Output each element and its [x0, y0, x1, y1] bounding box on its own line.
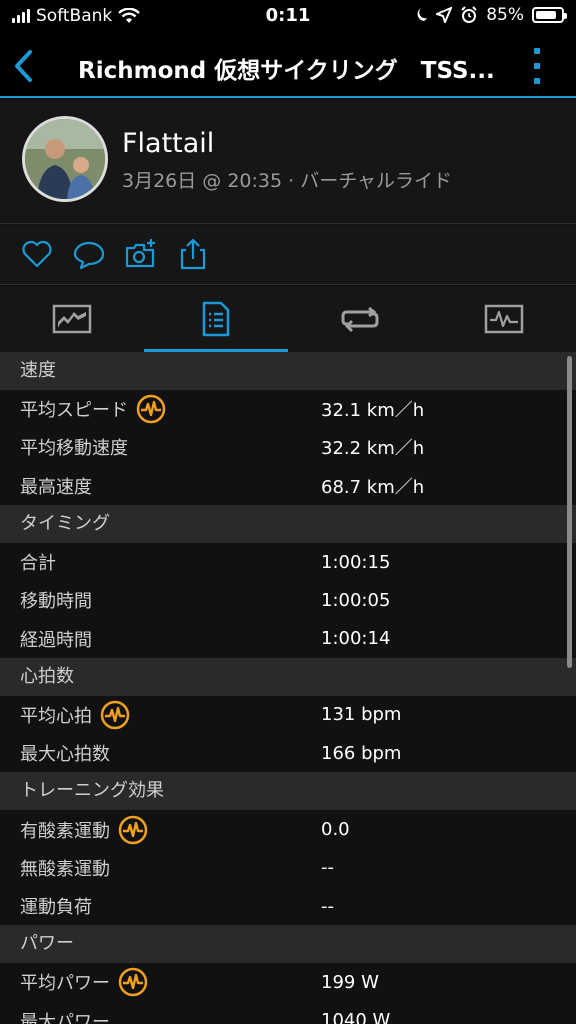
- stat-row: 最大心拍数 166 bpm: [0, 734, 576, 773]
- stat-label: 最大心拍数: [20, 744, 110, 766]
- status-bar: SoftBank 0:11 85%: [0, 0, 576, 32]
- section-header: 心拍数: [0, 657, 576, 696]
- stat-label-cell: 最高速度: [0, 473, 321, 499]
- add-photo-icon[interactable]: [124, 237, 158, 271]
- location-arrow-icon: [436, 7, 453, 23]
- stat-row: 合計 1:00:15: [0, 542, 576, 582]
- stat-value: 1:00:15: [321, 551, 391, 573]
- avatar-photo: [25, 119, 105, 199]
- stat-label: 平均移動速度: [20, 438, 128, 460]
- stat-row: 運動負荷 --: [0, 886, 576, 926]
- activity-date-type: 3月26日 @ 20:35 · バーチャルライド: [122, 170, 453, 192]
- share-icon[interactable]: [176, 237, 210, 271]
- back-chevron-icon[interactable]: [10, 46, 40, 86]
- stat-label: 平均パワー: [20, 973, 110, 995]
- stat-value: 32.1 km／h: [321, 400, 425, 422]
- stat-value: 1:00:05: [321, 589, 391, 611]
- stat-label: 経過時間: [20, 629, 92, 651]
- stat-label-cell: 経過時間: [0, 626, 321, 652]
- stat-label-cell: 平均スピード: [0, 394, 321, 424]
- stat-row: 最高速度 68.7 km／h: [0, 466, 576, 505]
- stat-row: 平均パワー 199 W: [0, 963, 576, 1002]
- activity-header: Flattail 3月26日 @ 20:35 · バーチャルライド: [0, 100, 576, 224]
- stat-label: 平均スピード: [20, 400, 128, 422]
- stat-row: 移動時間 1:00:05: [0, 581, 576, 620]
- stat-label-cell: 無酸素運動: [0, 855, 321, 881]
- stat-label: 移動時間: [20, 591, 92, 613]
- stat-label: 最大パワー: [20, 1011, 110, 1024]
- performance-badge-icon[interactable]: [118, 815, 148, 845]
- stat-label-cell: 最大パワー: [0, 1008, 321, 1024]
- performance-badge-icon[interactable]: [100, 700, 130, 730]
- stat-value: 0.0: [321, 819, 350, 841]
- stat-row: 平均移動速度 32.2 km／h: [0, 428, 576, 467]
- section-header: 速度: [0, 352, 576, 390]
- stat-label: 有酸素運動: [20, 820, 110, 842]
- stat-label-cell: 移動時間: [0, 587, 321, 613]
- stat-label: 合計: [20, 553, 56, 575]
- stat-label: 無酸素運動: [20, 858, 110, 880]
- scrollbar[interactable]: [567, 356, 572, 668]
- stat-row: 有酸素運動 0.0: [0, 810, 576, 849]
- tab-stats[interactable]: [144, 286, 288, 352]
- athlete-name[interactable]: Flattail: [122, 128, 214, 159]
- moon-icon: [417, 8, 428, 21]
- tab-graph[interactable]: [432, 286, 576, 352]
- status-right: 85%: [414, 5, 567, 25]
- battery-percent: 85%: [486, 5, 524, 25]
- nav-bar: Richmond 仮想サイクリング TSS...: [0, 32, 576, 98]
- stats-list[interactable]: 速度平均スピード 32.1 km／h 平均移動速度 32.2 km／h 最高速度 68.7…: [0, 352, 576, 1024]
- stat-label-cell: 有酸素運動: [0, 815, 321, 845]
- tab-laps[interactable]: [288, 286, 432, 352]
- battery-icon: [532, 7, 567, 23]
- tab-map-chart[interactable]: [0, 286, 144, 352]
- stat-label-cell: 平均移動速度: [0, 434, 321, 460]
- stat-value: 131 bpm: [321, 704, 402, 726]
- section-header: タイミング: [0, 504, 576, 543]
- stat-value: 1040 W: [321, 1010, 391, 1024]
- stat-row: 平均心拍 131 bpm: [0, 695, 576, 735]
- stat-label: 平均心拍: [20, 705, 92, 727]
- activity-title: Richmond 仮想サイクリング TSS...: [78, 58, 495, 84]
- alarm-icon: [461, 6, 477, 23]
- stat-row: 無酸素運動 --: [0, 848, 576, 887]
- stat-value: 32.2 km／h: [321, 438, 425, 460]
- stat-value: 199 W: [321, 971, 379, 993]
- stat-row: 経過時間 1:00:14: [0, 619, 576, 658]
- stat-row: 平均スピード 32.1 km／h: [0, 390, 576, 429]
- map-chart-icon: [52, 304, 92, 334]
- stat-value: --: [321, 857, 334, 879]
- performance-badge-icon[interactable]: [118, 967, 148, 997]
- stat-label-cell: 運動負荷: [0, 893, 321, 919]
- stat-value: 68.7 km／h: [321, 476, 425, 498]
- graph-icon: [484, 304, 524, 334]
- avatar[interactable]: [22, 116, 108, 202]
- section-header: パワー: [0, 925, 576, 964]
- stat-value: 166 bpm: [321, 742, 402, 764]
- stat-label-cell: 平均パワー: [0, 967, 321, 997]
- stat-label-cell: 最大心拍数: [0, 740, 321, 766]
- stat-label-cell: 平均心拍: [0, 700, 321, 730]
- stat-row: 最大パワー 1040 W: [0, 1001, 576, 1024]
- stat-label-cell: 合計: [0, 549, 321, 575]
- stat-label: 運動負荷: [20, 897, 92, 919]
- comment-icon[interactable]: [72, 237, 106, 271]
- stats-sheet-icon: [202, 301, 230, 337]
- stat-value: 1:00:14: [321, 628, 391, 650]
- laps-icon: [341, 306, 379, 333]
- stat-label: 最高速度: [20, 476, 92, 498]
- activity-tabs: [0, 286, 576, 352]
- section-header: トレーニング効果: [0, 772, 576, 811]
- social-actions: [0, 225, 576, 285]
- stat-value: --: [321, 895, 334, 917]
- more-options-icon[interactable]: [532, 48, 542, 84]
- performance-badge-icon[interactable]: [136, 394, 166, 424]
- heart-icon[interactable]: [20, 237, 54, 271]
